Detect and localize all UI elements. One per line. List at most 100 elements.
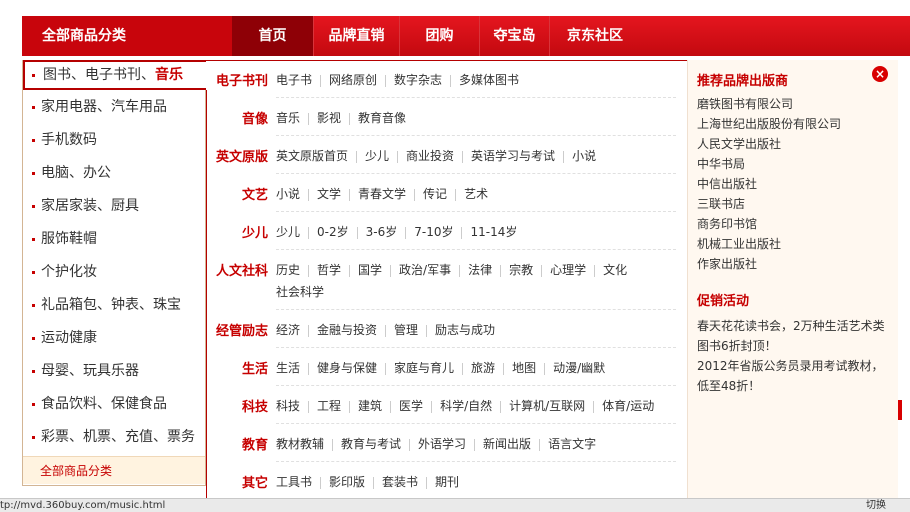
publisher-link[interactable]: 磨铁图书有限公司 xyxy=(697,94,793,114)
subcategory-link[interactable]: 哲学 xyxy=(317,263,341,277)
subcategory-link[interactable]: 计算机/互联网 xyxy=(509,399,585,413)
subcategory-label[interactable]: 经管励志 xyxy=(206,320,268,339)
promo-link[interactable]: 春天花花读书会，2万种生活艺术类图书6折封顶！ xyxy=(697,316,892,356)
subcategory-link[interactable]: 工具书 xyxy=(276,475,312,489)
subcategory-label[interactable]: 电子书刊 xyxy=(206,70,268,89)
publisher-link[interactable]: 机械工业出版社 xyxy=(697,234,781,254)
all-categories-link[interactable]: 全部商品分类 xyxy=(23,456,205,484)
subcategory-label[interactable]: 少儿 xyxy=(206,222,268,241)
subcategory-link[interactable]: 旅游 xyxy=(471,361,495,375)
subcategory-link[interactable]: 励志与成功 xyxy=(435,323,495,337)
subcategory-link[interactable]: 科学/自然 xyxy=(440,399,492,413)
subcategory-link[interactable]: 3-6岁 xyxy=(366,225,398,239)
category-item-cosmetics[interactable]: 个护化妆 xyxy=(23,256,207,289)
subcategory-link[interactable]: 11-14岁 xyxy=(470,225,517,239)
subcategory-link[interactable]: 语言文字 xyxy=(548,437,596,451)
subcategory-link[interactable]: 金融与投资 xyxy=(317,323,377,337)
tab-home[interactable]: 首页 xyxy=(232,16,314,56)
category-item-apparel[interactable]: 服饰鞋帽 xyxy=(23,223,207,256)
subcategory-label[interactable]: 英文原版 xyxy=(206,146,268,165)
publisher-link[interactable]: 三联书店 xyxy=(697,194,745,214)
subcategory-link[interactable]: 建筑 xyxy=(358,399,382,413)
subcategory-label[interactable]: 人文社科 xyxy=(206,260,268,279)
category-item-computers[interactable]: 电脑、办公 xyxy=(23,157,207,190)
subcategory-link[interactable]: 少儿 xyxy=(276,225,300,239)
subcategory-link[interactable]: 政治/军事 xyxy=(399,263,451,277)
subcategory-link[interactable]: 动漫/幽默 xyxy=(553,361,605,375)
subcategory-link[interactable]: 心理学 xyxy=(550,263,586,277)
category-item-sports[interactable]: 运动健康 xyxy=(23,322,207,355)
side-tab[interactable] xyxy=(898,400,902,420)
category-item-tickets[interactable]: 彩票、机票、充值、票务 xyxy=(23,421,207,454)
subcategory-link[interactable]: 商业投资 xyxy=(406,149,454,163)
subcategory-link[interactable]: 国学 xyxy=(358,263,382,277)
category-item-appliances[interactable]: 家用电器、汽车用品 xyxy=(23,91,207,124)
promo-link[interactable]: 2012年省版公务员录用考试教材，低至48折！ xyxy=(697,356,892,396)
subcategory-link[interactable]: 小说 xyxy=(276,187,300,201)
publisher-link[interactable]: 作家出版社 xyxy=(697,254,757,274)
subcategory-link[interactable]: 外语学习 xyxy=(418,437,466,451)
subcategory-link[interactable]: 宗教 xyxy=(509,263,533,277)
subcategory-link[interactable]: 工程 xyxy=(317,399,341,413)
close-icon[interactable]: × xyxy=(872,66,888,82)
subcategory-link[interactable]: 生活 xyxy=(276,361,300,375)
subcategory-label[interactable]: 教育 xyxy=(206,434,268,453)
publisher-link[interactable]: 中信出版社 xyxy=(697,174,757,194)
tab-group-buy[interactable]: 团购 xyxy=(400,16,480,56)
subcategory-link[interactable]: 网络原创 xyxy=(329,73,377,87)
subcategory-link[interactable]: 新闻出版 xyxy=(483,437,531,451)
subcategory-link[interactable]: 青春文学 xyxy=(358,187,406,201)
subcategory-link[interactable]: 经济 xyxy=(276,323,300,337)
category-item-gifts[interactable]: 礼品箱包、钟表、珠宝 xyxy=(23,289,207,322)
subcategory-link[interactable]: 历史 xyxy=(276,263,300,277)
category-item-books[interactable]: 图书、电子书刊、音乐 xyxy=(23,60,209,90)
category-item-baby[interactable]: 母婴、玩具乐器 xyxy=(23,355,207,388)
subcategory-link[interactable]: 英语学习与考试 xyxy=(471,149,555,163)
subcategory-link[interactable]: 影印版 xyxy=(329,475,365,489)
subcategory-label[interactable]: 音像 xyxy=(206,108,268,127)
subcategory-link[interactable]: 医学 xyxy=(399,399,423,413)
tab-brand-direct[interactable]: 品牌直销 xyxy=(314,16,400,56)
publisher-link[interactable]: 上海世纪出版股份有限公司 xyxy=(697,114,841,134)
subcategory-label[interactable]: 文艺 xyxy=(206,184,268,203)
category-item-home[interactable]: 家居家装、厨具 xyxy=(23,190,207,223)
switch-link[interactable]: 切换 xyxy=(866,499,886,512)
subcategory-link[interactable]: 小说 xyxy=(572,149,596,163)
subcategory-link[interactable]: 文化 xyxy=(603,263,627,277)
subcategory-link[interactable]: 法律 xyxy=(468,263,492,277)
subcategory-link[interactable]: 影视 xyxy=(317,111,341,125)
subcategory-link[interactable]: 管理 xyxy=(394,323,418,337)
subcategory-link[interactable]: 传记 xyxy=(423,187,447,201)
subcategory-label[interactable]: 生活 xyxy=(206,358,268,377)
subcategory-link[interactable]: 科技 xyxy=(276,399,300,413)
subcategory-label[interactable]: 其它 xyxy=(206,472,268,491)
subcategory-link[interactable]: 英文原版首页 xyxy=(276,149,348,163)
subcategory-link[interactable]: 少儿 xyxy=(365,149,389,163)
subcategory-link[interactable]: 艺术 xyxy=(464,187,488,201)
tab-community[interactable]: 京东社区 xyxy=(550,16,640,56)
subcategory-link[interactable]: 教材教辅 xyxy=(276,437,324,451)
subcategory-link[interactable]: 家庭与育儿 xyxy=(394,361,454,375)
all-categories-header[interactable]: 全部商品分类 xyxy=(22,16,232,56)
subcategory-link[interactable]: 健身与保健 xyxy=(317,361,377,375)
subcategory-link[interactable]: 体育/运动 xyxy=(602,399,654,413)
category-item-food[interactable]: 食品饮料、保健食品 xyxy=(23,388,207,421)
tab-treasure-island[interactable]: 夺宝岛 xyxy=(480,16,550,56)
category-item-phones[interactable]: 手机数码 xyxy=(23,124,207,157)
publisher-link[interactable]: 商务印书馆 xyxy=(697,214,757,234)
subcategory-link[interactable]: 教育与考试 xyxy=(341,437,401,451)
subcategory-link[interactable]: 教育音像 xyxy=(358,111,406,125)
subcategory-label[interactable]: 科技 xyxy=(206,396,268,415)
subcategory-link[interactable]: 音乐 xyxy=(276,111,300,125)
publisher-link[interactable]: 中华书局 xyxy=(697,154,745,174)
subcategory-link[interactable]: 社会科学 xyxy=(276,285,324,299)
subcategory-link[interactable]: 期刊 xyxy=(435,475,459,489)
subcategory-link[interactable]: 地图 xyxy=(512,361,536,375)
subcategory-link[interactable]: 文学 xyxy=(317,187,341,201)
subcategory-link[interactable]: 数字杂志 xyxy=(394,73,442,87)
publisher-link[interactable]: 人民文学出版社 xyxy=(697,134,781,154)
subcategory-link[interactable]: 电子书 xyxy=(276,73,312,87)
subcategory-link[interactable]: 7-10岁 xyxy=(414,225,453,239)
subcategory-link[interactable]: 0-2岁 xyxy=(317,225,349,239)
subcategory-link[interactable]: 多媒体图书 xyxy=(459,73,519,87)
